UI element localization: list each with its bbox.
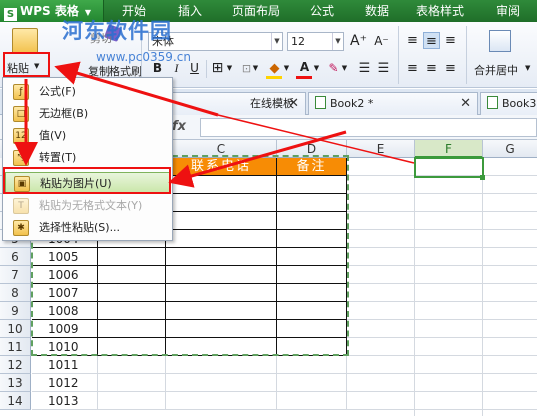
- arrow-to-paste-button: [54, 61, 219, 117]
- annotation-arrows: [14, 61, 415, 188]
- arrow-to-paste-as-picture: [168, 130, 347, 188]
- wps-spreadsheet-window: S WPS 表格 ▼ 开始 插入 页面布局 公式 数据 表格样式 审阅 粘贴 ▼ 剪…: [0, 0, 537, 416]
